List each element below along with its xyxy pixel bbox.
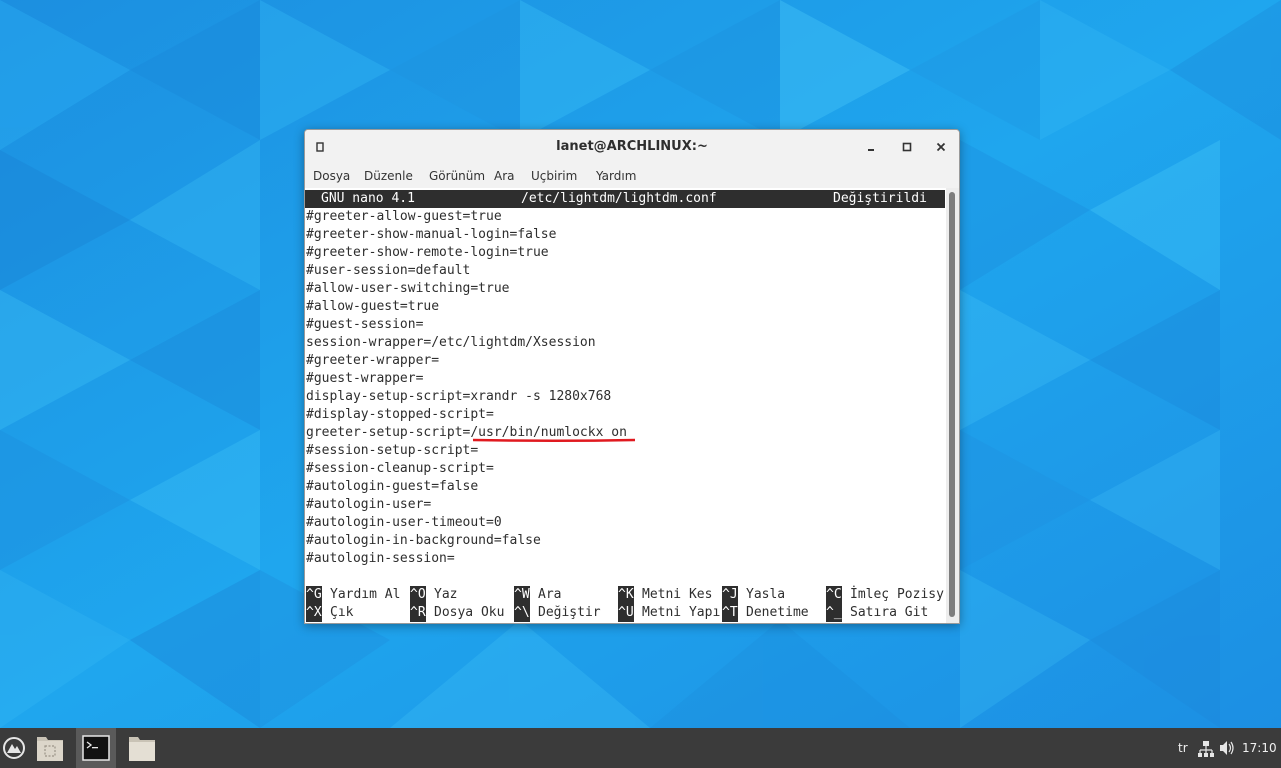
shortcut-key: ^O <box>410 586 426 604</box>
shortcut-key: ^C <box>826 586 842 604</box>
menu-dosya[interactable]: Dosya <box>313 164 350 188</box>
nano-title-bar: GNU nano 4.1 /etc/lightdm/lightdm.conf D… <box>305 190 945 208</box>
config-line: #autologin-session= <box>306 551 455 566</box>
config-line: #guest-wrapper= <box>306 371 424 386</box>
menu-ara[interactable]: Ara <box>494 164 515 188</box>
file-manager-icon[interactable] <box>34 728 66 768</box>
nano-modified-status: Değiştirildi <box>833 191 927 206</box>
scrollbar-thumb[interactable] <box>949 192 955 617</box>
config-line: #allow-user-switching=true <box>306 281 510 296</box>
menu-gorunum[interactable]: Görünüm <box>429 164 485 188</box>
shortcut-label: Satıra Git <box>850 605 929 620</box>
shortcut-key: ^J <box>722 586 738 604</box>
menu-ucbirim[interactable]: Uçbirim <box>531 164 577 188</box>
maximize-icon[interactable] <box>899 139 915 155</box>
title-bar[interactable]: lanet@ARCHLINUX:~ <box>305 130 959 164</box>
shortcut-label: Yardım Al <box>330 587 401 602</box>
network-icon[interactable] <box>1197 728 1215 768</box>
nano-filename: /etc/lightdm/lightdm.conf <box>521 191 717 206</box>
scrollbar[interactable] <box>946 188 959 623</box>
shortcut-label: Yasla <box>746 587 786 602</box>
shortcut-label: Yaz <box>434 587 458 602</box>
taskbar: tr 17:10 <box>0 728 1281 768</box>
config-line: #greeter-show-remote-login=true <box>306 245 549 260</box>
clock[interactable]: 17:10 <box>1242 728 1277 768</box>
config-line: #user-session=default <box>306 263 471 278</box>
annotation-underline <box>473 438 635 442</box>
shortcut-key: ^_ <box>826 604 842 622</box>
shortcut-key: ^K <box>618 586 634 604</box>
window-title: lanet@ARCHLINUX:~ <box>556 139 708 154</box>
shortcut-key: ^X <box>306 604 322 622</box>
menu-duzenle[interactable]: Düzenle <box>364 164 413 188</box>
taskbar-terminal-active[interactable] <box>76 728 116 768</box>
shortcut-label: Çık <box>330 605 354 620</box>
menu-bar: Dosya Düzenle Görünüm Ara Uçbirim Yardım <box>305 164 959 188</box>
volume-icon[interactable] <box>1218 728 1236 768</box>
config-line: #allow-guest=true <box>306 299 440 314</box>
shortcut-label: Ara <box>538 587 562 602</box>
config-line: #session-setup-script= <box>306 443 479 458</box>
config-line: #greeter-allow-guest=true <box>306 209 502 224</box>
terminal-content[interactable]: GNU nano 4.1 /etc/lightdm/lightdm.conf D… <box>305 188 946 623</box>
terminal-window: lanet@ARCHLINUX:~ Dosya Düzenle Görünüm … <box>304 129 960 624</box>
keyboard-layout-indicator[interactable]: tr <box>1178 728 1188 768</box>
shortcut-label: Değiştir <box>538 605 601 620</box>
terminal-icon <box>82 735 110 761</box>
shortcut-label: İmleç Pozisy <box>850 587 944 602</box>
config-line: #session-cleanup-script= <box>306 461 494 476</box>
menu-yardim[interactable]: Yardım <box>596 164 636 188</box>
config-line: #autologin-user= <box>306 497 432 512</box>
config-line: #guest-session= <box>306 317 424 332</box>
config-line: display-setup-script=xrandr -s 1280x768 <box>306 389 612 404</box>
config-line: #autologin-user-timeout=0 <box>306 515 502 530</box>
shortcut-key: ^\ <box>514 604 530 622</box>
shortcut-label: Dosya Oku <box>434 605 505 620</box>
shortcut-label: Denetime <box>746 605 809 620</box>
close-icon[interactable] <box>933 139 949 155</box>
config-line: #display-stopped-script= <box>306 407 494 422</box>
folder-icon[interactable] <box>126 728 158 768</box>
minimize-icon[interactable] <box>863 139 879 155</box>
shortcut-key: ^R <box>410 604 426 622</box>
config-line: #autologin-guest=false <box>306 479 479 494</box>
shortcut-key: ^U <box>618 604 634 622</box>
nano-version: GNU nano 4.1 <box>321 191 415 206</box>
config-line: #autologin-in-background=false <box>306 533 541 548</box>
shortcut-key: ^G <box>306 586 322 604</box>
config-line: #greeter-show-manual-login=false <box>306 227 557 242</box>
config-line: #greeter-wrapper= <box>306 353 440 368</box>
shortcut-key: ^T <box>722 604 738 622</box>
shortcut-key: ^W <box>514 586 530 604</box>
start-menu-icon[interactable] <box>0 728 30 768</box>
shortcut-label: Metni Kes <box>642 587 713 602</box>
shortcut-label: Metni Yapı <box>642 605 721 620</box>
config-line: session-wrapper=/etc/lightdm/Xsession <box>306 335 596 350</box>
